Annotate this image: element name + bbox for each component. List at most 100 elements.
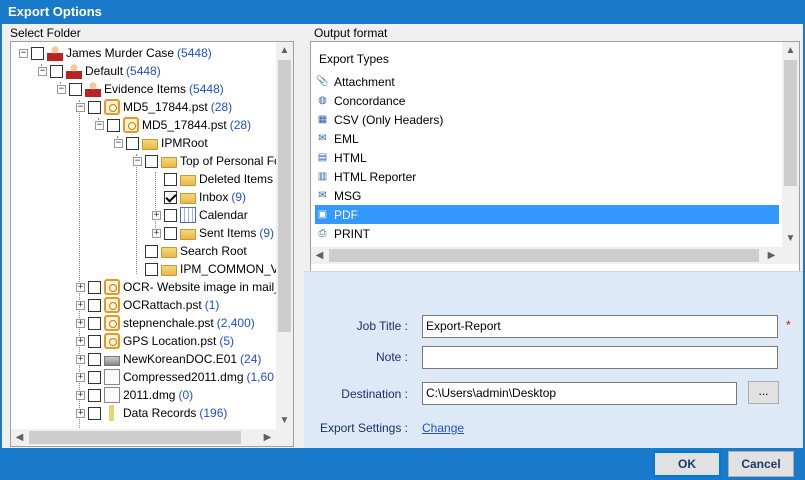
expand-icon[interactable]: + <box>76 354 85 364</box>
tree-node[interactable]: − Top of Personal Fo <box>133 152 281 170</box>
format-item[interactable]: ▤ HTML <box>315 148 779 167</box>
tree-node[interactable]: + Sent Items (9) <box>152 224 274 242</box>
collapse-icon[interactable]: − <box>114 138 123 148</box>
expand-icon[interactable]: + <box>152 228 161 238</box>
format-scroll-right-icon[interactable]: ▶ <box>763 247 780 264</box>
tree-vertical-scrollbar[interactable]: ▲ ▼ <box>276 42 293 429</box>
tree-checkbox[interactable] <box>50 64 63 78</box>
format-item[interactable]: ✉ EML <box>315 129 779 148</box>
tree-node[interactable]: + OCRattach.pst (1) <box>76 296 219 314</box>
ok-button[interactable]: OK <box>653 451 721 477</box>
tree-checkbox[interactable] <box>88 334 101 348</box>
tree-checkbox[interactable] <box>88 352 101 366</box>
scroll-left-arrow-icon[interactable]: ◀ <box>11 429 28 446</box>
tree-checkbox[interactable] <box>88 388 101 402</box>
expand-icon[interactable]: + <box>152 210 161 220</box>
tree-node[interactable]: + stepnenchale.pst (2,400) <box>76 314 255 332</box>
format-scroll-left-icon[interactable]: ◀ <box>311 247 328 264</box>
destination-input[interactable]: C:\Users\admin\Desktop <box>422 382 737 405</box>
tree-horizontal-scrollbar[interactable]: ◀ ▶ <box>11 429 276 446</box>
expand-icon[interactable]: + <box>76 390 85 400</box>
format-scroll-up-icon[interactable]: ▲ <box>782 42 799 59</box>
tree-checkbox[interactable] <box>164 190 177 204</box>
tree-checkbox[interactable] <box>88 100 101 114</box>
tree-checkbox[interactable] <box>69 82 82 96</box>
expand-icon[interactable]: + <box>76 282 85 292</box>
tree-checkbox[interactable] <box>88 316 101 330</box>
export-types-list[interactable]: Export Types 📎 Attachment ◍ Concordance ▦ CSV… <box>310 41 800 279</box>
format-item[interactable]: ✉ MSG <box>315 186 779 205</box>
expand-icon[interactable]: + <box>76 336 85 346</box>
format-item[interactable]: ⎙ PRINT <box>315 224 779 243</box>
scroll-up-arrow-icon[interactable]: ▲ <box>276 42 293 59</box>
change-settings-link[interactable]: Change <box>422 421 464 435</box>
format-item[interactable]: ▥ HTML Reporter <box>315 167 779 186</box>
format-scroll-thumb[interactable] <box>784 60 797 186</box>
tree-node[interactable]: + Calendar <box>152 206 248 224</box>
expand-icon[interactable]: + <box>76 318 85 328</box>
tree-node[interactable]: Inbox (9) <box>152 188 246 206</box>
tree-checkbox[interactable] <box>31 46 44 60</box>
format-item[interactable]: ◍ Concordance <box>315 91 779 110</box>
tree-checkbox[interactable] <box>145 154 158 168</box>
job-title-input[interactable]: Export-Report <box>422 315 778 338</box>
collapse-icon[interactable]: − <box>57 84 66 94</box>
tree-node-label: Deleted Items <box>199 172 274 186</box>
tree-checkbox[interactable] <box>164 208 177 222</box>
format-item[interactable]: 📎 Attachment <box>315 72 779 91</box>
scroll-right-arrow-icon[interactable]: ▶ <box>259 429 276 446</box>
tree-node[interactable]: + Compressed2011.dmg (1,60 <box>76 368 274 386</box>
printer-icon: ⎙ <box>318 228 327 239</box>
collapse-icon[interactable]: − <box>76 102 85 112</box>
tree-checkbox[interactable] <box>164 172 177 186</box>
scroll-thumb[interactable] <box>278 60 291 332</box>
format-scroll-thumb-horizontal[interactable] <box>329 249 759 262</box>
cancel-button[interactable]: Cancel <box>728 451 794 477</box>
collapse-icon[interactable]: − <box>38 66 47 76</box>
folder-icon <box>161 265 177 276</box>
tree-node[interactable]: + NewKoreanDOC.E01 (24) <box>76 350 261 368</box>
format-item[interactable]: ▣ PDF <box>315 205 779 224</box>
format-scroll-down-icon[interactable]: ▼ <box>782 230 799 247</box>
dialog-title: Export Options <box>0 0 805 24</box>
scroll-down-arrow-icon[interactable]: ▼ <box>276 412 293 429</box>
tree-checkbox[interactable] <box>88 370 101 384</box>
tree-node[interactable]: IPM_COMMON_V <box>133 260 279 278</box>
collapse-icon[interactable]: − <box>95 120 104 130</box>
tree-node[interactable]: − MD5_17844.pst (28) <box>95 116 251 134</box>
tree-checkbox[interactable] <box>88 298 101 312</box>
tree-node[interactable]: Search Root <box>133 242 247 260</box>
tree-node[interactable]: − James Murder Case (5448) <box>19 44 212 62</box>
collapse-icon[interactable]: − <box>19 48 28 58</box>
tree-checkbox[interactable] <box>164 226 177 240</box>
tree-checkbox[interactable] <box>107 118 120 132</box>
note-input[interactable] <box>422 346 778 369</box>
tree-checkbox[interactable] <box>88 280 101 294</box>
tree-node[interactable]: + OCR- Website image in mail_ <box>76 278 281 296</box>
tree-checkbox[interactable] <box>88 406 101 420</box>
tree-node[interactable]: − IPMRoot <box>114 134 208 152</box>
tree-node[interactable]: + Data Records (196) <box>76 404 227 422</box>
folder-tree[interactable]: − James Murder Case (5448) − Default (5448) − E… <box>10 41 294 447</box>
tree-node-count: (9) <box>231 190 247 204</box>
format-item[interactable]: ▦ CSV (Only Headers) <box>315 110 779 129</box>
tree-node[interactable]: +2011.dmg (0) <box>76 386 193 404</box>
tree-node[interactable]: + GPS Location.pst (5) <box>76 332 234 350</box>
browse-button[interactable]: ... <box>748 381 779 404</box>
collapse-icon[interactable]: − <box>133 156 142 166</box>
expand-icon[interactable]: + <box>76 408 85 418</box>
tree-node[interactable]: − Evidence Items (5448) <box>57 80 224 98</box>
scroll-thumb-horizontal[interactable] <box>29 431 241 444</box>
expand-icon[interactable]: + <box>76 372 85 382</box>
tree-node-count: (1,60 <box>246 370 274 384</box>
tree-checkbox[interactable] <box>145 262 158 276</box>
format-vertical-scrollbar[interactable]: ▲ ▼ <box>782 42 799 247</box>
tree-node[interactable]: Deleted Items <box>152 170 273 188</box>
expand-icon[interactable]: + <box>76 300 85 310</box>
tree-node[interactable]: − MD5_17844.pst (28) <box>76 98 232 116</box>
tree-checkbox[interactable] <box>126 136 139 150</box>
format-horizontal-scrollbar[interactable]: ◀ ▶ <box>311 247 799 264</box>
tree-checkbox[interactable] <box>145 244 158 258</box>
tree-node-label: MD5_17844.pst <box>123 100 208 114</box>
tree-node[interactable]: − Default (5448) <box>38 62 161 80</box>
